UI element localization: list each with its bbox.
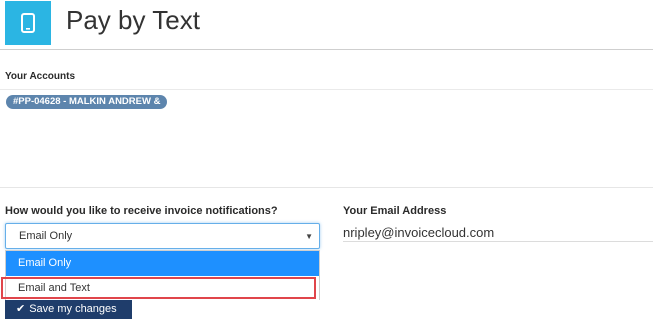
notification-method-select[interactable]: Email Only ▼: [5, 223, 320, 249]
save-button-label: Save my changes: [29, 303, 117, 315]
pay-by-text-page: Pay by Text Your Accounts #PP-04628 - MA…: [0, 0, 653, 319]
mobile-phone-icon: [5, 1, 51, 45]
accounts-label: Your Accounts: [5, 71, 76, 82]
notification-method-label: How would you like to receive invoice no…: [5, 205, 278, 217]
save-changes-button[interactable]: ✔ Save my changes: [5, 300, 132, 319]
checkmark-icon: ✔: [16, 303, 26, 315]
page-title: Pay by Text: [66, 5, 200, 35]
notification-method-dropdown: Email Only Email and Text: [5, 250, 320, 301]
select-current-value: Email Only: [19, 230, 73, 242]
header-divider: [0, 49, 653, 50]
account-badge[interactable]: #PP-04628 - MALKIN ANDREW &: [6, 95, 168, 109]
section-divider: [0, 187, 653, 188]
email-label: Your Email Address: [343, 205, 447, 217]
caret-down-icon: ▼: [305, 232, 313, 241]
email-underline: [343, 241, 653, 242]
option-email-only[interactable]: Email Only: [6, 251, 319, 276]
accounts-divider: [0, 89, 653, 90]
email-value: nripley@invoicecloud.com: [343, 225, 495, 240]
option-email-and-text[interactable]: Email and Text: [6, 276, 319, 301]
